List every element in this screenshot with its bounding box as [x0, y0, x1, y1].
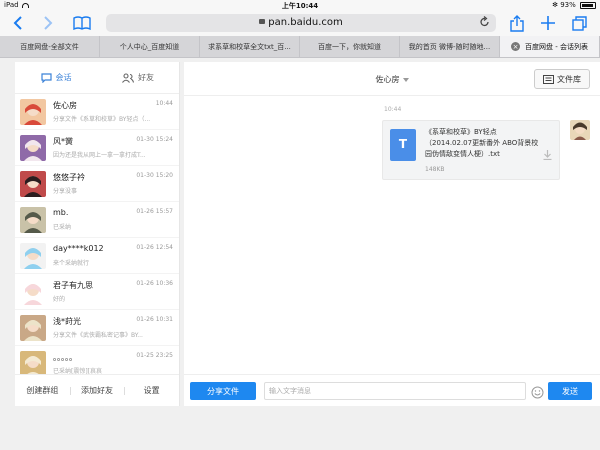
conversation-item[interactable]: mb. 01-26 15:57 已采纳	[15, 202, 179, 238]
conversation-name: 悠悠子衿	[53, 173, 85, 182]
chat-header: 佐心房 文件库	[184, 62, 600, 96]
chevron-left-icon	[13, 16, 22, 30]
lock-icon	[259, 19, 266, 24]
address-bar[interactable]: pan.baidu.com	[106, 14, 496, 32]
conversation-item[interactable]: day****k012 01-26 12:54 来个采纳就行	[15, 238, 179, 274]
file-message[interactable]: T 《系草和校草》BY轻点（2014.02.07更新番外 ABO背景校园伪情敌变…	[382, 120, 560, 180]
conversation-preview: 分享文件《系草和校草》BY轻点（...	[53, 116, 151, 123]
message-input-bar: 分享文件 发送	[184, 374, 600, 406]
plus-icon	[541, 16, 555, 30]
conversation-preview: 分享文件《武侠霸私密记事》BY...	[53, 332, 143, 339]
battery-icon	[580, 1, 596, 9]
avatar	[20, 171, 46, 197]
file-library-button[interactable]: 文件库	[534, 69, 590, 89]
message-input[interactable]	[264, 382, 526, 400]
share-icon	[510, 14, 524, 32]
conversation-time: 01-25 23:25	[136, 352, 173, 359]
conversation-time: 10:44	[155, 100, 173, 107]
chat-panel: 佐心房 文件库 10:44 T 《系草和校草》BY轻点（2014.02.07更新…	[184, 62, 600, 406]
tab-baidu-search[interactable]: 百度一下，你就知道	[300, 36, 400, 57]
sidebar-footer: 创建群组 添加好友 设置	[15, 374, 179, 406]
share-page-button[interactable]	[507, 13, 527, 33]
contact-name: 佐心房	[375, 75, 400, 84]
send-button[interactable]: 发送	[548, 382, 592, 400]
tab-friends[interactable]: 好友	[97, 62, 179, 93]
avatar	[20, 135, 46, 161]
bluetooth-icon: ✻	[552, 1, 558, 9]
add-friend-button[interactable]: 添加好友	[69, 385, 125, 396]
conversation-sidebar: 会话 好友 佐心房 10:44 分享文件《系草和校草》BY轻点（... 风*黉 01-3…	[15, 62, 180, 406]
tab-bar: 百度网盘-全部文件 个人中心_百度知道 求系草和校草全文txt_百... 百度一…	[0, 36, 600, 58]
txt-file-icon: T	[390, 129, 416, 161]
url-text: pan.baidu.com	[268, 17, 343, 28]
conversation-item[interactable]: 浅*莳光 01-26 10:31 分享文件《武侠霸私密记事》BY...	[15, 310, 179, 346]
conversation-preview: 已采纳	[53, 224, 72, 231]
conversation-item[interactable]: 风*黉 01-30 15:24 因为还是我从网上一拿一拿打成T...	[15, 130, 179, 166]
back-button[interactable]	[8, 13, 28, 33]
conversation-list: 佐心房 10:44 分享文件《系草和校草》BY轻点（... 风*黉 01-30 15:2…	[15, 94, 179, 374]
conversation-time: 01-26 12:54	[136, 244, 173, 251]
status-bar: iPad 上午10:44 ✻ 93%	[0, 0, 600, 10]
conversation-time: 01-26 10:31	[136, 316, 173, 323]
conversation-time: 01-30 15:24	[136, 136, 173, 143]
conversation-name: 风*黉	[53, 137, 73, 146]
conversation-item[interactable]: 悠悠子衿 01-30 15:20 分享没事	[15, 166, 179, 202]
tab-weibo[interactable]: 我的首页 微博-随时随地...	[400, 36, 500, 57]
avatar	[20, 279, 46, 305]
bookmarks-button[interactable]	[70, 13, 94, 33]
tab-baidu-pan-files[interactable]: 百度网盘-全部文件	[0, 36, 100, 57]
conversation-name: 。。。。。	[53, 353, 77, 362]
conversation-name: mb.	[53, 208, 69, 217]
battery-status: ✻ 93%	[552, 1, 596, 9]
conversation-preview: 已采纳[震惊][哀哀	[53, 368, 103, 374]
conversation-name: 君子有九思	[53, 281, 93, 290]
tab-zhidao-profile[interactable]: 个人中心_百度知道	[100, 36, 200, 57]
new-tab-button[interactable]	[538, 13, 558, 33]
message-time: 10:44	[384, 106, 402, 113]
book-icon	[73, 16, 91, 30]
conversation-item[interactable]: 君子有九思 01-26 10:36 好的	[15, 274, 179, 310]
conversation-name: 佐心房	[53, 101, 77, 110]
tab-chats[interactable]: 会话	[15, 62, 97, 93]
conversation-name: day****k012	[53, 244, 104, 253]
conversation-item[interactable]: 。。。。。 01-25 23:25 已采纳[震惊][哀哀	[15, 346, 179, 374]
conversation-item[interactable]: 佐心房 10:44 分享文件《系草和校草》BY轻点（...	[15, 94, 179, 130]
library-icon	[543, 74, 554, 84]
file-size: 148KB	[425, 166, 445, 173]
conversation-preview: 分享没事	[53, 188, 78, 195]
conversation-time: 01-26 10:36	[136, 280, 173, 287]
close-tab-icon[interactable]: ×	[511, 42, 520, 51]
emoji-icon[interactable]	[531, 384, 544, 403]
browser-toolbar: pan.baidu.com	[0, 10, 600, 36]
tab-conversation-list[interactable]: × 百度网盘 - 会话列表	[500, 36, 600, 57]
tabs-icon	[571, 15, 587, 31]
reload-icon[interactable]	[480, 16, 490, 31]
avatar	[20, 315, 46, 341]
download-icon[interactable]	[543, 145, 552, 164]
conversation-preview: 来个采纳就行	[53, 260, 90, 267]
avatar	[20, 351, 46, 374]
caret-down-icon	[402, 78, 409, 82]
chat-bubble-icon	[40, 72, 52, 83]
file-name: 《系草和校草》BY轻点（2014.02.07更新番外 ABO背景校园伪情敌变情人…	[425, 128, 539, 158]
my-avatar	[570, 120, 590, 140]
battery-percent: 93%	[560, 1, 576, 9]
tab-search-txt[interactable]: 求系草和校草全文txt_百...	[200, 36, 300, 57]
conversation-time: 01-30 15:20	[136, 172, 173, 179]
create-group-button[interactable]: 创建群组	[15, 385, 70, 396]
settings-button[interactable]: 设置	[124, 385, 179, 396]
avatar	[20, 243, 46, 269]
chevron-right-icon	[44, 16, 53, 30]
conversation-name: 浅*莳光	[53, 317, 81, 326]
avatar	[20, 99, 46, 125]
conversation-time: 01-26 15:57	[136, 208, 173, 215]
forward-button[interactable]	[38, 13, 58, 33]
message-area: 10:44 T 《系草和校草》BY轻点（2014.02.07更新番外 ABO背景…	[184, 96, 600, 374]
conversation-preview: 因为还是我从网上一拿一拿打成T...	[53, 152, 146, 159]
tabs-overview-button[interactable]	[569, 13, 589, 33]
conversation-preview: 好的	[53, 296, 66, 303]
share-file-button[interactable]: 分享文件	[190, 382, 256, 400]
avatar	[20, 207, 46, 233]
friends-icon	[122, 72, 134, 83]
